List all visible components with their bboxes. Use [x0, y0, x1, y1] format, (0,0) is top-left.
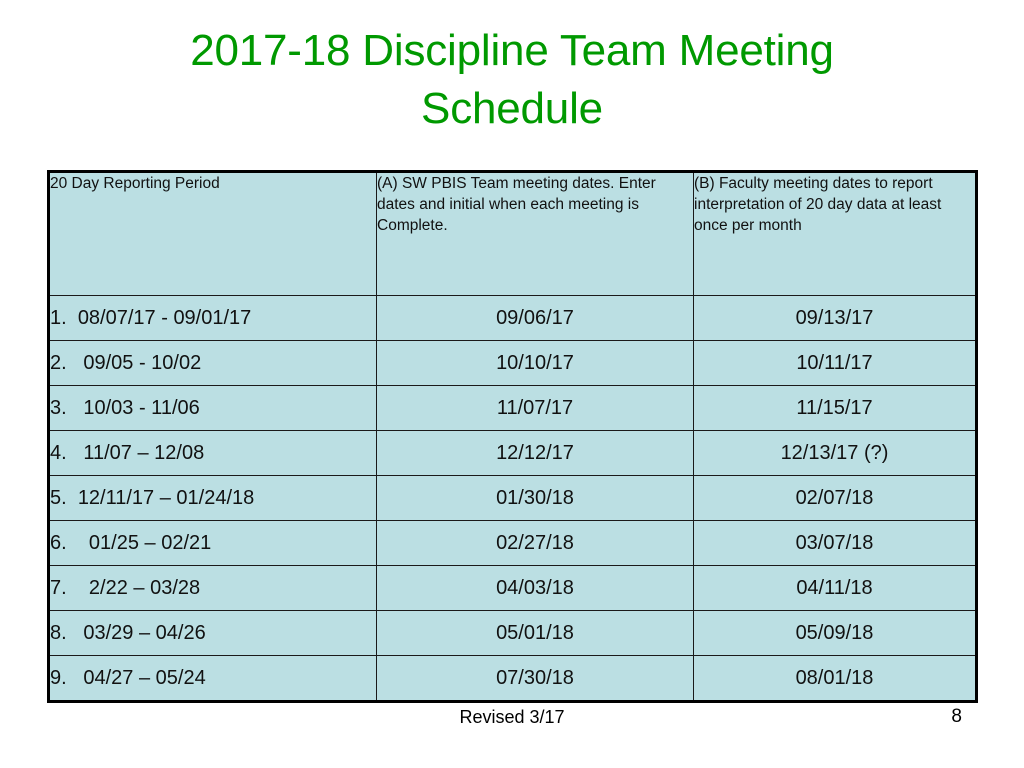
row-number: 2.: [50, 352, 67, 374]
cell-reporting-period: 2. 09/05 - 10/02: [48, 340, 377, 386]
cell-pbis-meeting-date: 01/30/18: [376, 475, 694, 521]
cell-reporting-period: 3. 10/03 - 11/06: [48, 385, 377, 431]
cell-reporting-period: 8. 03/29 – 04/26: [48, 610, 377, 656]
cell-faculty-meeting-date: 09/13/17: [693, 295, 977, 341]
row-number: 3.: [50, 397, 67, 419]
reporting-period-text: 10/03 - 11/06: [83, 397, 200, 419]
row-number-gap: [67, 487, 78, 509]
cell-faculty-meeting-date: 11/15/17: [693, 385, 977, 431]
cell-pbis-meeting-date: 04/03/18: [376, 565, 694, 611]
table-header-row: 20 Day Reporting Period (A) SW PBIS Team…: [48, 171, 977, 296]
cell-faculty-meeting-date: 12/13/17 (?): [693, 430, 977, 476]
row-number: 4.: [50, 442, 67, 464]
table-row: 5. 12/11/17 – 01/24/18 01/30/18 02/07/18: [48, 475, 977, 521]
reporting-period-text: 11/07 – 12/08: [83, 442, 205, 464]
cell-pbis-meeting-date: 10/10/17: [376, 340, 694, 386]
page-title: 2017-18 Discipline Team Meeting Schedule: [190, 26, 834, 133]
cell-reporting-period: 9. 04/27 – 05/24: [48, 655, 377, 702]
cell-pbis-meeting-date: 02/27/18: [376, 520, 694, 566]
reporting-period-text: 03/29 – 04/26: [83, 622, 206, 644]
cell-faculty-meeting-date: 05/09/18: [693, 610, 977, 656]
cell-pbis-meeting-date: 12/12/17: [376, 430, 694, 476]
cell-faculty-meeting-date: 08/01/18: [693, 655, 977, 702]
row-number-gap: [67, 442, 84, 464]
row-number: 9.: [50, 667, 67, 689]
reporting-period-text: 01/25 – 02/21: [88, 532, 212, 554]
cell-pbis-meeting-date: 09/06/17: [376, 295, 694, 341]
table-row: 4. 11/07 – 12/08 12/12/17 12/13/17 (?): [48, 430, 977, 476]
cell-pbis-meeting-date: 05/01/18: [376, 610, 694, 656]
cell-reporting-period: 7. 2/22 – 03/28: [48, 565, 377, 611]
cell-faculty-meeting-date: 02/07/18: [693, 475, 977, 521]
column-header-pbis-meeting-dates: (A) SW PBIS Team meeting dates. Enter da…: [376, 171, 694, 296]
cell-reporting-period: 1. 08/07/17 - 09/01/17: [48, 295, 377, 341]
slide-number: 8: [951, 706, 962, 727]
row-number: 8.: [50, 622, 67, 644]
row-number-gap: [67, 667, 84, 689]
table-row: 7. 2/22 – 03/28 04/03/18 04/11/18: [48, 565, 977, 611]
row-number: 7.: [50, 577, 67, 599]
column-header-reporting-period: 20 Day Reporting Period: [48, 171, 377, 296]
cell-pbis-meeting-date: 07/30/18: [376, 655, 694, 702]
reporting-period-text: 04/27 – 05/24: [83, 667, 206, 689]
table-row: 9. 04/27 – 05/24 07/30/18 08/01/18: [48, 655, 977, 702]
slide-footer: Revised 3/17 8: [0, 704, 1024, 730]
table-row: 8. 03/29 – 04/26 05/01/18 05/09/18: [48, 610, 977, 656]
table-row: 3. 10/03 - 11/06 11/07/17 11/15/17: [48, 385, 977, 431]
cell-reporting-period: 5. 12/11/17 – 01/24/18: [48, 475, 377, 521]
reporting-period-text: 08/07/17 - 09/01/17: [77, 307, 252, 329]
cell-reporting-period: 6. 01/25 – 02/21: [48, 520, 377, 566]
table-row: 1. 08/07/17 - 09/01/17 09/06/17 09/13/17: [48, 295, 977, 341]
cell-pbis-meeting-date: 11/07/17: [376, 385, 694, 431]
reporting-period-text: 09/05 - 10/02: [83, 352, 202, 374]
cell-reporting-period: 4. 11/07 – 12/08: [48, 430, 377, 476]
cell-faculty-meeting-date: 04/11/18: [693, 565, 977, 611]
table-row: 6. 01/25 – 02/21 02/27/18 03/07/18: [48, 520, 977, 566]
row-number: 5.: [50, 487, 67, 509]
row-number-gap: [67, 577, 89, 599]
row-number: 1.: [50, 307, 67, 329]
meeting-schedule-table: 20 Day Reporting Period (A) SW PBIS Team…: [47, 170, 978, 703]
reporting-period-text: 2/22 – 03/28: [88, 577, 201, 599]
row-number-gap: [67, 352, 84, 374]
column-header-faculty-meeting-dates: (B) Faculty meeting dates to report inte…: [693, 171, 977, 296]
row-number-gap: [67, 307, 78, 329]
row-number-gap: [67, 532, 89, 554]
table-row: 2. 09/05 - 10/02 10/10/17 10/11/17: [48, 340, 977, 386]
reporting-period-text: 12/11/17 – 01/24/18: [77, 487, 255, 509]
row-number-gap: [67, 397, 84, 419]
cell-faculty-meeting-date: 10/11/17: [693, 340, 977, 386]
row-number-gap: [67, 622, 84, 644]
row-number: 6.: [50, 532, 67, 554]
cell-faculty-meeting-date: 03/07/18: [693, 520, 977, 566]
